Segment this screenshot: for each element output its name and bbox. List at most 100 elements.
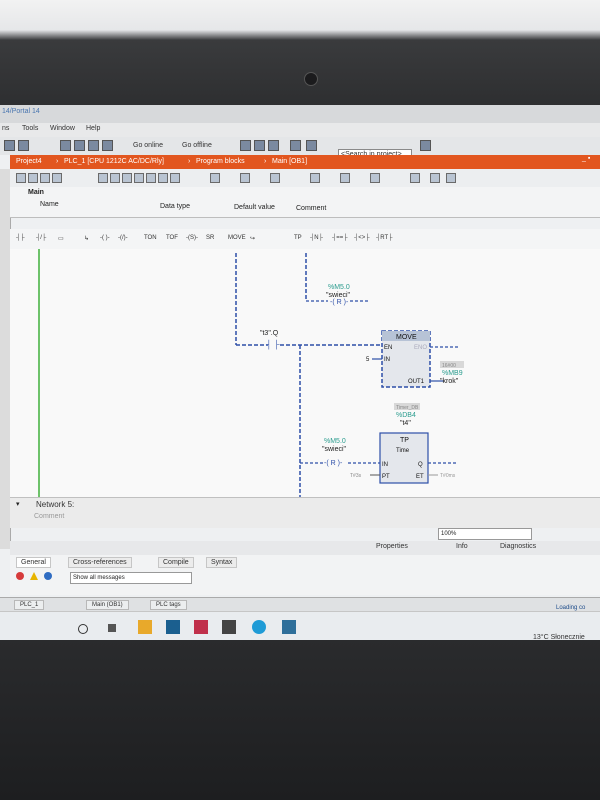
split-editor-icon[interactable] xyxy=(306,140,317,151)
compile-icon[interactable] xyxy=(60,140,71,151)
rt-icon[interactable]: ┤RT├ xyxy=(376,235,392,241)
stop-cpu-icon[interactable] xyxy=(268,140,279,151)
monitor-on-off-icon[interactable] xyxy=(410,173,420,183)
nc-contact-icon[interactable]: ┤/├ xyxy=(36,235,46,241)
neg-coil-icon[interactable]: -(/)- xyxy=(118,235,128,241)
download-icon[interactable] xyxy=(74,140,85,151)
add-row-icon[interactable] xyxy=(52,173,62,183)
tab-diagnostics[interactable]: Diagnostics xyxy=(500,543,536,550)
info-filter-icon[interactable] xyxy=(44,572,52,580)
minimize-icon[interactable]: _ ▪ xyxy=(582,155,590,162)
monitoring-icon[interactable] xyxy=(158,173,168,183)
menu-tools[interactable]: Tools xyxy=(22,125,38,132)
snapshot-icon[interactable] xyxy=(210,173,220,183)
coil-icon[interactable]: -( )- xyxy=(100,235,110,241)
branch-icon[interactable]: ▭ xyxy=(58,235,64,242)
compare-eq-icon[interactable]: ┤==├ xyxy=(332,235,348,241)
file-explorer-icon[interactable] xyxy=(138,620,152,634)
tp-button[interactable]: TP xyxy=(294,235,302,241)
favorites-icon[interactable] xyxy=(146,173,156,183)
tp-type: Time xyxy=(396,448,410,454)
settings-icon[interactable] xyxy=(430,173,440,183)
open-branch-icon[interactable]: ↳ xyxy=(84,235,89,242)
go-online-button[interactable]: Go online xyxy=(133,142,163,149)
breadcrumb-program-blocks[interactable]: Program blocks xyxy=(196,158,245,165)
ptrig-icon[interactable]: ┤N├ xyxy=(310,235,323,241)
tab-syntax[interactable]: Syntax xyxy=(206,557,238,568)
sr-icon[interactable]: SR xyxy=(206,235,214,241)
col-name[interactable]: Name xyxy=(40,201,59,208)
col-default-value[interactable]: Default value xyxy=(234,204,275,211)
coil1-symbol[interactable]: -( R )- xyxy=(330,299,349,306)
goto-icon[interactable] xyxy=(240,173,250,183)
title-bar: 14/Portal 14 xyxy=(0,105,600,123)
edge-icon[interactable] xyxy=(252,620,266,634)
cross-reference-icon[interactable] xyxy=(290,140,301,151)
upload-icon[interactable] xyxy=(88,140,99,151)
insert-row-icon[interactable] xyxy=(40,173,50,183)
warning-filter-icon[interactable] xyxy=(30,572,38,580)
watch-table-icon[interactable] xyxy=(370,173,380,183)
tia-portal-icon[interactable] xyxy=(282,620,296,634)
ladder-network-area[interactable]: -( R )- %M5.0 "swieci" "t3".Q ┤ ├ MOVE E… xyxy=(10,249,600,497)
compare-ne-icon[interactable]: ┤<>├ xyxy=(354,235,370,241)
breadcrumb-device[interactable]: PLC_1 [CPU 1212C AC/DC/Rly] xyxy=(64,158,164,165)
task-plc-tags[interactable]: PLC tags xyxy=(150,600,187,610)
messages-filter-select[interactable]: Show all messages xyxy=(70,572,192,584)
error-filter-icon[interactable] xyxy=(16,572,24,580)
call-hierarchy-icon[interactable] xyxy=(310,173,320,183)
menu-window[interactable]: Window xyxy=(50,125,75,132)
tp-pt-value[interactable]: T#3s xyxy=(350,473,362,479)
breadcrumb-project[interactable]: Project4 xyxy=(16,158,42,165)
redo-icon[interactable] xyxy=(18,140,29,151)
set-coil-icon[interactable]: -(S)- xyxy=(186,235,198,241)
tag-table-icon[interactable] xyxy=(340,173,350,183)
breadcrumb-main[interactable]: Main [OB1] xyxy=(272,158,307,165)
no-contact-icon[interactable]: ┤├ xyxy=(16,235,25,241)
tab-general[interactable]: General xyxy=(16,557,51,568)
tof-button[interactable]: TOF xyxy=(166,235,178,241)
task-plc[interactable]: PLC_1 xyxy=(14,600,45,610)
tab-properties[interactable]: Properties xyxy=(376,543,408,550)
close-all-networks-icon[interactable] xyxy=(122,173,132,183)
simulation-icon[interactable] xyxy=(102,140,113,151)
tab-cross-references[interactable]: Cross-references xyxy=(68,557,132,568)
delete-network-icon[interactable] xyxy=(28,173,38,183)
col-datatype[interactable]: Data type xyxy=(160,203,190,210)
network-5-comment[interactable]: Comment xyxy=(34,513,64,520)
move-in-value[interactable]: 5 xyxy=(366,357,370,363)
contact-symbol[interactable]: ┤ ├ xyxy=(265,339,280,350)
open-all-networks-icon[interactable] xyxy=(110,173,120,183)
network-5-header[interactable]: ▾ Network 5: Comment xyxy=(10,497,600,528)
mail-icon[interactable] xyxy=(166,620,180,634)
insert-network-icon[interactable] xyxy=(16,173,26,183)
go-offline-button[interactable]: Go offline xyxy=(182,142,212,149)
absolute-operands-icon[interactable] xyxy=(134,173,144,183)
ton-button[interactable]: TON xyxy=(144,235,157,241)
tp-pt: PT xyxy=(382,474,390,480)
tab-compile[interactable]: Compile xyxy=(158,557,194,568)
eyeglasses-icon[interactable] xyxy=(170,173,180,183)
collapse-arrow-icon[interactable]: ▾ xyxy=(16,500,20,508)
start-cpu-icon[interactable] xyxy=(254,140,265,151)
search-icon[interactable] xyxy=(78,624,88,634)
undo-icon[interactable] xyxy=(4,140,15,151)
teams-icon[interactable] xyxy=(194,620,208,634)
coil2-symbol[interactable]: -( R )- xyxy=(324,460,343,467)
store-icon[interactable] xyxy=(222,620,236,634)
compare-icon[interactable] xyxy=(270,173,280,183)
menu-fragment[interactable]: ns xyxy=(2,125,9,132)
zoom-select[interactable]: 100% xyxy=(438,528,532,540)
tab-info[interactable]: Info xyxy=(456,543,468,550)
accessible-devices-icon[interactable] xyxy=(240,140,251,151)
move-button[interactable]: MOVE xyxy=(228,235,246,241)
tp-db-address: %DB4 xyxy=(396,412,416,419)
list-view-icon[interactable] xyxy=(98,173,108,183)
more-icon[interactable] xyxy=(446,173,456,183)
jump-icon[interactable]: ↪ xyxy=(250,235,255,242)
menu-help[interactable]: Help xyxy=(86,125,100,132)
col-comment[interactable]: Comment xyxy=(296,205,326,212)
task-main-ob1[interactable]: Main (OB1) xyxy=(86,600,129,610)
search-go-icon[interactable] xyxy=(420,140,431,151)
task-view-icon[interactable] xyxy=(108,624,116,632)
